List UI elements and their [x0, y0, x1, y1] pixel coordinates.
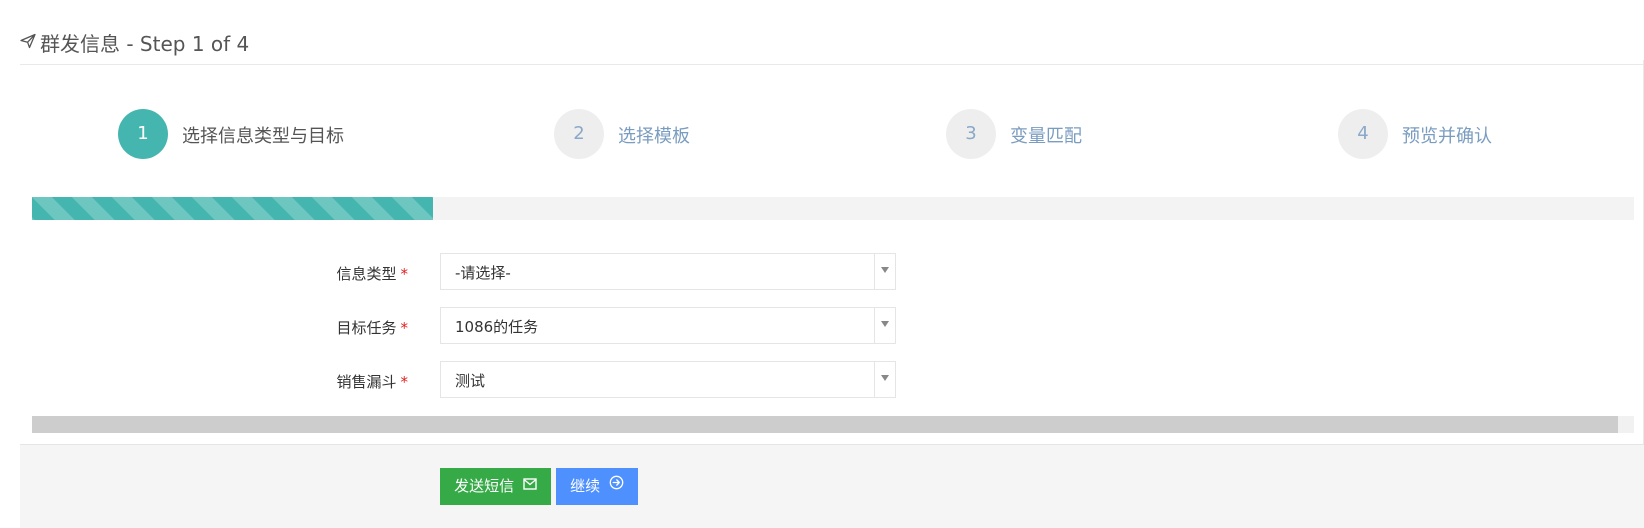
- page-title: 群发信息 - Step 1 of 4: [40, 32, 250, 56]
- step-3: 3 变量匹配: [946, 109, 1146, 159]
- step-number: 3: [946, 109, 996, 159]
- select-value: -请选择-: [455, 264, 511, 282]
- step-4: 4 预览并确认: [1338, 109, 1538, 159]
- required-mark: *: [400, 373, 409, 391]
- step-number: 1: [118, 109, 168, 159]
- progress-fill: [32, 197, 433, 220]
- field-label-text: 目标任务: [336, 319, 397, 337]
- target-task-label: 目标任务 *: [300, 317, 408, 338]
- sales-funnel-select[interactable]: 测试: [440, 361, 896, 398]
- arrow-circle-right-icon: [609, 467, 624, 504]
- wizard-progress-bar: [32, 197, 1634, 220]
- step-label: 选择模板: [618, 126, 690, 147]
- required-mark: *: [400, 265, 409, 283]
- chevron-down-icon[interactable]: [874, 254, 895, 289]
- step-number: 4: [1338, 109, 1388, 159]
- field-label-text: 销售漏斗: [336, 373, 397, 391]
- step-label: 变量匹配: [1010, 126, 1082, 147]
- select-value: 1086的任务: [455, 318, 539, 336]
- form-actions: 发送短信 继续: [20, 444, 1644, 528]
- continue-label: 继续: [570, 477, 601, 495]
- step-label: 预览并确认: [1402, 126, 1492, 147]
- sales-funnel-label: 销售漏斗 *: [300, 371, 408, 392]
- step-2: 2 选择模板: [554, 109, 754, 159]
- wizard-page: 群发信息 - Step 1 of 4 1 选择信息类型与目标 2 选择模板 3 …: [0, 0, 1644, 528]
- message-type-label: 信息类型 *: [300, 263, 408, 284]
- select-value: 测试: [455, 372, 486, 390]
- target-task-select[interactable]: 1086的任务: [440, 307, 896, 344]
- step-label: 选择信息类型与目标: [182, 126, 344, 147]
- page-header: 群发信息 - Step 1 of 4: [20, 20, 1644, 65]
- send-icon: [20, 33, 36, 49]
- envelope-icon: [523, 467, 537, 504]
- required-mark: *: [400, 319, 409, 337]
- scrollbar-thumb[interactable]: [32, 416, 1618, 433]
- chevron-down-icon[interactable]: [874, 362, 895, 397]
- step-1: 1 选择信息类型与目标: [118, 109, 418, 159]
- send-sms-button[interactable]: 发送短信: [440, 468, 551, 505]
- field-label-text: 信息类型: [336, 265, 397, 283]
- message-type-select[interactable]: -请选择-: [440, 253, 896, 290]
- step-number: 2: [554, 109, 604, 159]
- continue-button[interactable]: 继续: [556, 468, 638, 505]
- send-sms-label: 发送短信: [454, 477, 515, 495]
- horizontal-scrollbar[interactable]: [32, 416, 1634, 433]
- chevron-down-icon[interactable]: [874, 308, 895, 343]
